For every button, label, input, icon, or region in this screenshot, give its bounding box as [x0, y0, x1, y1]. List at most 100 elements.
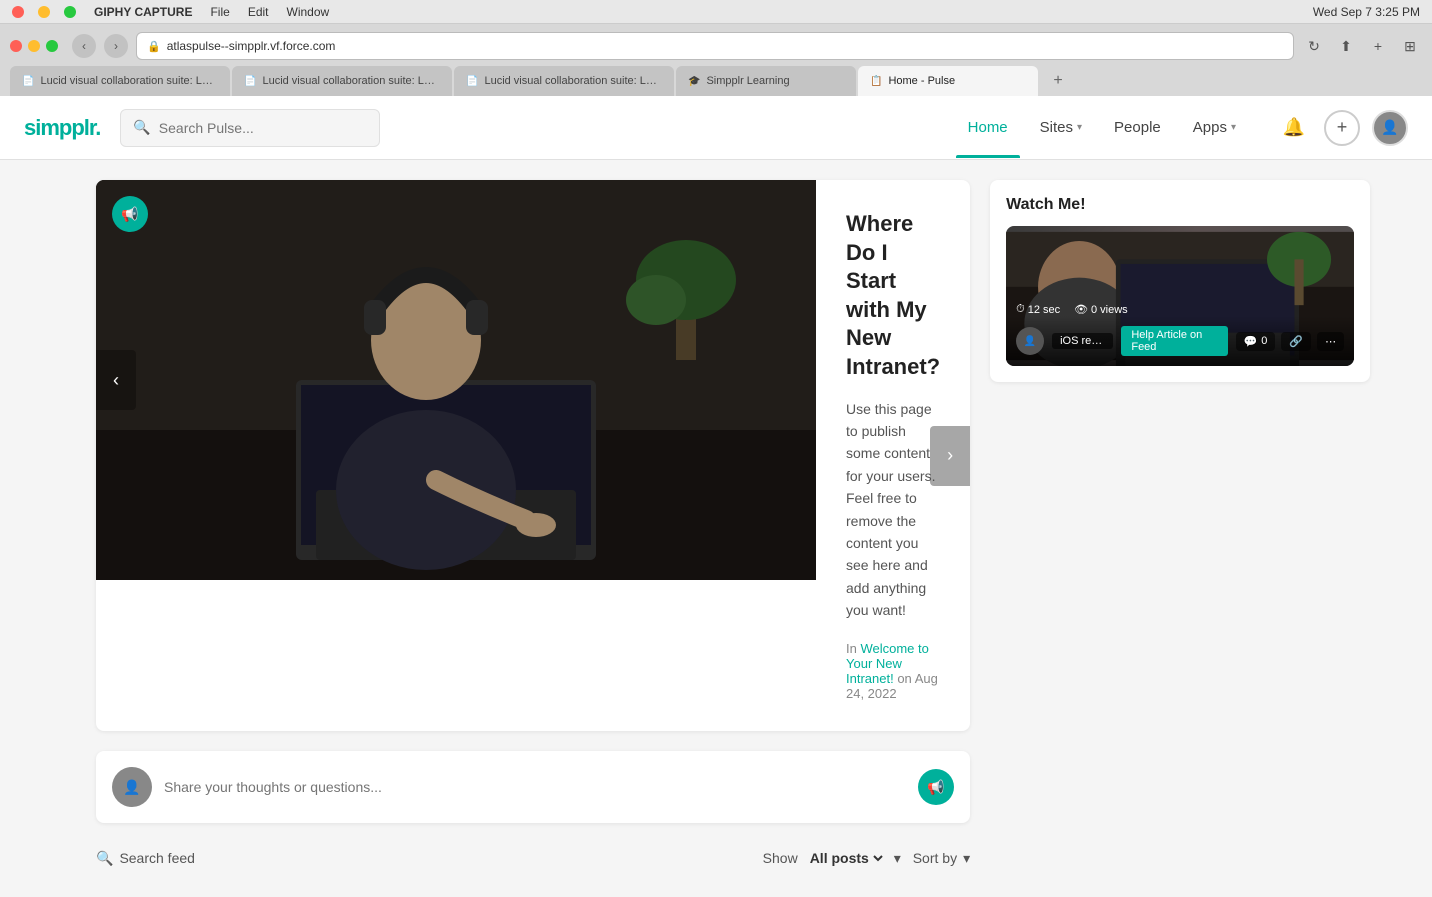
tab-5-favicon: 📋 — [870, 76, 882, 87]
forward-button[interactable]: › — [104, 34, 128, 58]
share-button[interactable]: ⬆ — [1334, 34, 1358, 58]
tab-3-title: Lucid visual collaboration suite: Log in — [484, 75, 662, 87]
close-dot[interactable] — [12, 6, 24, 18]
nav-people[interactable]: People — [1102, 111, 1173, 144]
sites-chevron: ▾ — [1077, 122, 1082, 133]
video-author-avatar: 👤 — [1016, 327, 1044, 355]
tab-2-title: Lucid visual collaboration suite: Log in — [262, 75, 440, 87]
featured-on-label: on — [897, 671, 914, 686]
sort-by-chevron: ▾ — [963, 850, 970, 867]
featured-description: Use this page to publish some content fo… — [846, 398, 940, 622]
next-slide-button[interactable]: › — [930, 426, 970, 486]
video-comment-button[interactable]: 💬 0 — [1236, 332, 1276, 351]
window-minimize[interactable] — [28, 40, 40, 52]
app-name: GIPHY CAPTURE — [94, 5, 192, 19]
browser-chrome: ‹ › 🔒 atlaspulse--simpplr.vf.force.com ↻… — [0, 24, 1432, 96]
search-bar[interactable]: 🔍 — [120, 109, 380, 147]
browser-tabs: 📄 Lucid visual collaboration suite: Log … — [10, 66, 1422, 96]
video-duration: ⏱ 12 sec — [1016, 303, 1060, 316]
avatar-image: 👤 — [1381, 119, 1398, 136]
mac-status-bar: Wed Sep 7 3:25 PM — [1313, 5, 1420, 19]
article-on-feed-badge: Help Article on Feed — [1121, 326, 1227, 356]
video-link-button[interactable]: 🔗 — [1281, 332, 1311, 351]
duration-unit: sec — [1043, 304, 1060, 316]
tab-4-title: Simpplr Learning — [706, 75, 844, 87]
featured-icon-badge: 📢 — [112, 196, 148, 232]
menu-edit[interactable]: Edit — [248, 5, 269, 19]
tab-1-title: Lucid visual collaboration suite: Log in — [40, 75, 218, 87]
app-header: simpplr. 🔍 Home Sites ▾ People Apps ▾ 🔔 … — [0, 96, 1432, 160]
add-tab-button[interactable]: + — [1044, 66, 1072, 96]
show-label: Show — [763, 850, 798, 866]
create-button[interactable]: + — [1324, 110, 1360, 146]
menu-file[interactable]: File — [210, 5, 229, 19]
sort-by-label: Sort by — [913, 850, 957, 866]
browser-controls: ‹ › 🔒 atlaspulse--simpplr.vf.force.com ↻… — [10, 32, 1422, 60]
megaphone-icon: 📢 — [121, 206, 138, 223]
browser-tab-3[interactable]: 📄 Lucid visual collaboration suite: Log … — [454, 66, 674, 96]
clock-icon: ⏱ — [1016, 303, 1025, 316]
right-column: Watch Me! — [990, 180, 1370, 877]
window-maximize[interactable] — [46, 40, 58, 52]
watch-me-title: Watch Me! — [1006, 196, 1354, 214]
sort-by-control[interactable]: Sort by ▾ — [913, 850, 970, 867]
submit-icon: 📢 — [927, 779, 944, 796]
mac-traffic-lights — [12, 6, 76, 18]
feed-controls: 🔍 Search feed Show All posts ▾ Sort by ▾ — [96, 839, 970, 877]
nav-sites[interactable]: Sites ▾ — [1028, 111, 1094, 144]
simpplr-logo[interactable]: simpplr. — [24, 115, 100, 141]
avatar-icon: 👤 — [123, 779, 140, 796]
minimize-dot[interactable] — [38, 6, 50, 18]
eye-icon: 👁 — [1074, 303, 1088, 316]
tab-2-favicon: 📄 — [244, 76, 256, 87]
search-feed-label: Search feed — [119, 850, 195, 866]
composer-submit-button[interactable]: 📢 — [918, 769, 954, 805]
apps-chevron: ▾ — [1231, 122, 1236, 133]
tab-4-favicon: 🎓 — [688, 76, 700, 87]
maximize-dot[interactable] — [64, 6, 76, 18]
video-views: 👁 0 views — [1074, 303, 1128, 316]
search-feed[interactable]: 🔍 Search feed — [96, 850, 195, 867]
hero-svg — [96, 180, 816, 580]
nav-apps[interactable]: Apps ▾ — [1181, 111, 1248, 144]
new-tab-button[interactable]: + — [1366, 34, 1390, 58]
video-overlay: 👤 iOS reco... Help Article on Feed 💬 0 — [1006, 316, 1354, 366]
notifications-button[interactable]: 🔔 — [1276, 110, 1312, 146]
featured-in-label: In — [846, 641, 857, 656]
video-more-button[interactable]: ⋯ — [1317, 332, 1344, 351]
search-input[interactable] — [159, 120, 368, 136]
browser-tab-1[interactable]: 📄 Lucid visual collaboration suite: Log … — [10, 66, 230, 96]
main-content: 📢 ‹ Where Do I Start with My New Intrane… — [76, 160, 1356, 897]
main-nav: Home Sites ▾ People Apps ▾ — [956, 111, 1248, 144]
nav-home[interactable]: Home — [956, 111, 1020, 144]
comment-count: 0 — [1261, 335, 1267, 347]
browser-tab-2[interactable]: 📄 Lucid visual collaboration suite: Log … — [232, 66, 452, 96]
search-icon: 🔍 — [133, 119, 150, 136]
back-button[interactable]: ‹ — [72, 34, 96, 58]
left-column: 📢 ‹ Where Do I Start with My New Intrane… — [96, 180, 970, 877]
all-posts-select[interactable]: All posts — [806, 849, 886, 867]
prev-slide-button[interactable]: ‹ — [96, 350, 136, 410]
menu-window[interactable]: Window — [287, 5, 330, 19]
window-close[interactable] — [10, 40, 22, 52]
post-composer: 👤 📢 — [96, 751, 970, 823]
link-icon: 🔗 — [1289, 335, 1303, 348]
lock-icon: 🔒 — [147, 40, 161, 53]
browser-tab-4[interactable]: 🎓 Simpplr Learning — [676, 66, 856, 96]
window-controls — [10, 40, 58, 52]
user-avatar[interactable]: 👤 — [1372, 110, 1408, 146]
hero-image — [96, 180, 816, 580]
video-action-buttons: 💬 0 🔗 ⋯ — [1236, 332, 1345, 351]
tab-3-favicon: 📄 — [466, 76, 478, 87]
dropdown-chevron-filter: ▾ — [894, 850, 901, 867]
watch-me-section: Watch Me! — [990, 180, 1370, 382]
url-bar[interactable]: 🔒 atlaspulse--simpplr.vf.force.com — [136, 32, 1294, 60]
video-title-chip: iOS reco... — [1052, 333, 1113, 349]
search-feed-icon: 🔍 — [96, 850, 113, 867]
browser-tab-5[interactable]: 📋 Home - Pulse — [858, 66, 1038, 96]
composer-input[interactable] — [164, 779, 906, 795]
refresh-button[interactable]: ↻ — [1302, 34, 1326, 58]
views-label: views — [1100, 304, 1128, 316]
tab-overview-button[interactable]: ⊞ — [1398, 34, 1422, 58]
author-avatar-icon: 👤 — [1024, 336, 1036, 347]
